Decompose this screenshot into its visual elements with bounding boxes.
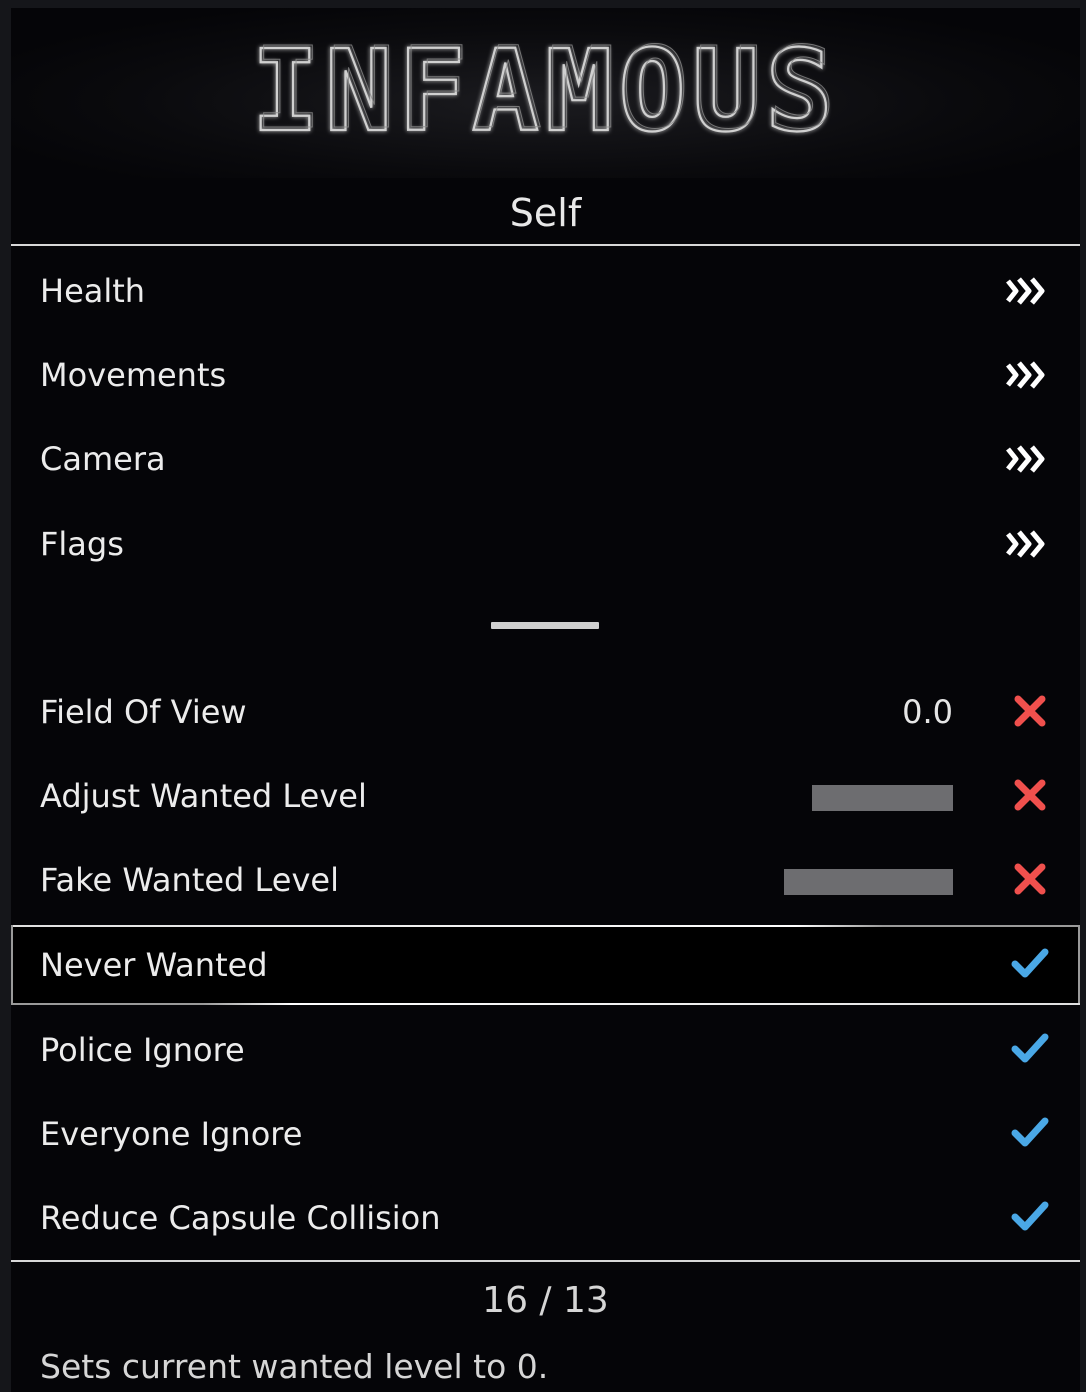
footer-divider [11, 1260, 1080, 1262]
option-label: Adjust Wanted Level [40, 777, 367, 815]
submenu-chevron-icon [1006, 530, 1045, 558]
submenu-item-camera[interactable]: Camera [11, 419, 1080, 499]
section-separator [491, 622, 599, 629]
option-everyone-ignore[interactable]: Everyone Ignore [11, 1094, 1080, 1174]
option-label: Fake Wanted Level [40, 861, 339, 899]
option-value: 0.0 [902, 693, 953, 731]
option-field-of-view[interactable]: Field Of View 0.0 [11, 672, 1080, 752]
enabled-check-icon [1011, 948, 1049, 978]
option-never-wanted[interactable]: Never Wanted [11, 925, 1080, 1005]
menu-title: Self [509, 191, 582, 235]
fake-wanted-level-slider[interactable] [784, 869, 953, 895]
page-counter: 16 / 13 [482, 1280, 609, 1321]
option-label: Never Wanted [40, 946, 268, 984]
option-label: Reduce Capsule Collision [40, 1199, 441, 1237]
disabled-x-icon [1014, 695, 1046, 727]
submenu-label: Flags [40, 525, 124, 563]
infamous-logo: INFAMOUS INFAMOUS [11, 8, 1080, 178]
enabled-check-icon [1011, 1117, 1049, 1147]
logo-text-shadow: INFAMOUS [254, 24, 841, 154]
submenu-chevron-icon [1006, 445, 1045, 473]
option-police-ignore[interactable]: Police Ignore [11, 1010, 1080, 1090]
option-reduce-capsule-collision[interactable]: Reduce Capsule Collision [11, 1178, 1080, 1258]
disabled-x-icon [1014, 779, 1046, 811]
header-divider [11, 244, 1080, 246]
wanted-level-slider[interactable] [812, 785, 953, 811]
option-adjust-wanted-level[interactable]: Adjust Wanted Level [11, 756, 1080, 836]
submenu-item-flags[interactable]: Flags [11, 504, 1080, 584]
submenu-chevron-icon [1006, 277, 1045, 305]
enabled-check-icon [1011, 1033, 1049, 1063]
submenu-chevron-icon [1006, 361, 1045, 389]
option-description: Sets current wanted level to 0. [40, 1347, 549, 1386]
submenu-label: Camera [40, 440, 166, 478]
mod-menu: INFAMOUS INFAMOUS Self Health Movements … [11, 8, 1080, 1392]
selection-highlight [203, 1003, 1080, 1005]
enabled-check-icon [1011, 1201, 1049, 1231]
option-label: Police Ignore [40, 1031, 245, 1069]
option-label: Everyone Ignore [40, 1115, 303, 1153]
submenu-label: Movements [40, 356, 227, 394]
submenu-item-movements[interactable]: Movements [11, 335, 1080, 415]
submenu-label: Health [40, 272, 146, 310]
disabled-x-icon [1014, 863, 1046, 895]
option-label: Field Of View [40, 693, 247, 731]
submenu-item-health[interactable]: Health [11, 251, 1080, 331]
option-fake-wanted-level[interactable]: Fake Wanted Level [11, 840, 1080, 920]
